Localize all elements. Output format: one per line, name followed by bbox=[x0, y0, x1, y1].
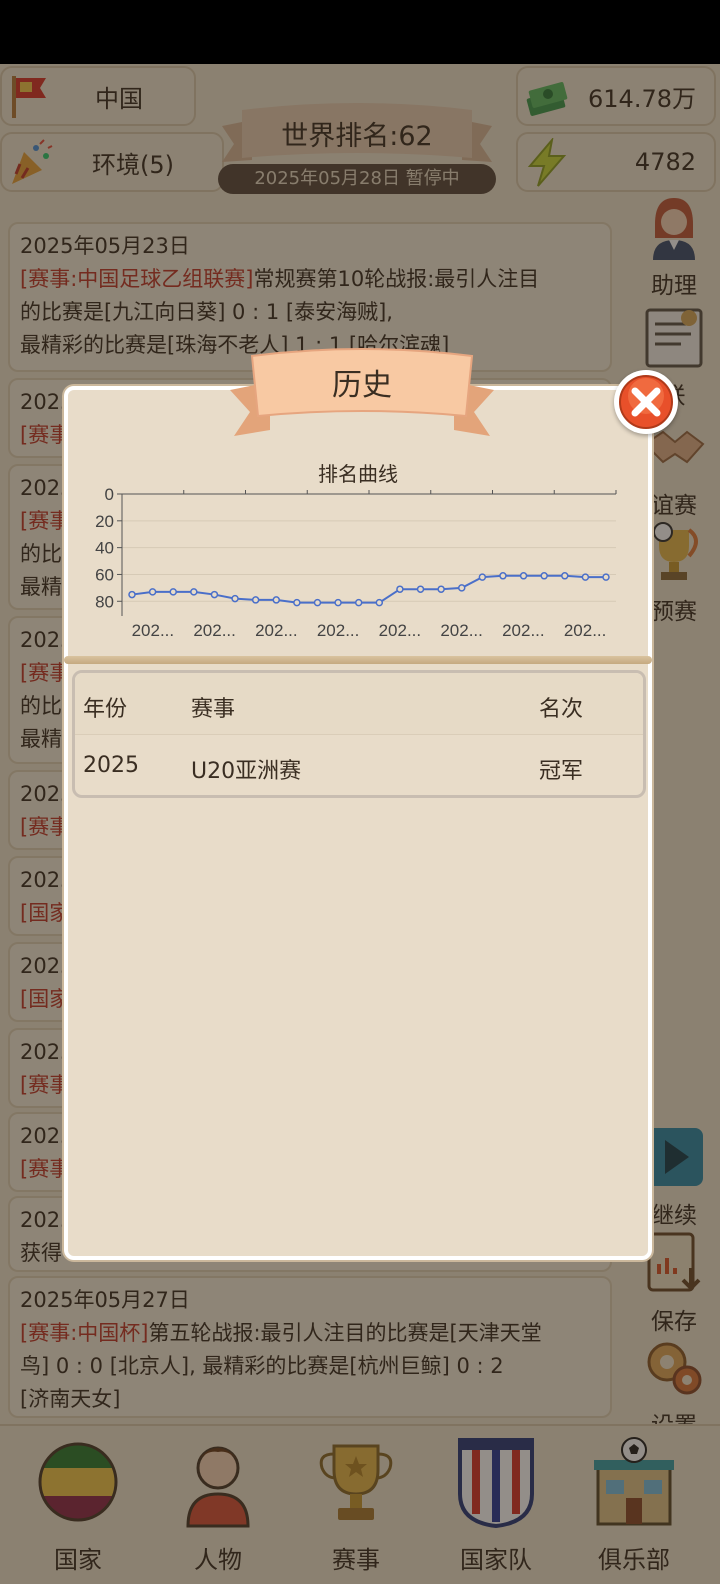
data-point bbox=[561, 572, 569, 580]
data-point bbox=[251, 596, 260, 604]
y-tick-label: 0 bbox=[105, 485, 114, 504]
data-point bbox=[457, 584, 466, 592]
cell-placement: 冠军 bbox=[539, 759, 584, 784]
x-tick-label: 202... bbox=[132, 621, 175, 640]
data-point bbox=[540, 572, 548, 580]
cell-year: 2025 bbox=[83, 753, 139, 778]
history-title-banner: 历史 bbox=[230, 346, 494, 446]
table-row[interactable]: 2025 U20亚洲赛 冠军 bbox=[75, 735, 643, 795]
x-tick-label: 202... bbox=[317, 621, 360, 640]
header-placement: 名次 bbox=[539, 697, 584, 722]
x-tick-label: 202... bbox=[193, 621, 236, 640]
header-year: 年份 bbox=[83, 697, 128, 722]
y-tick-label: 60 bbox=[95, 565, 114, 584]
x-tick-label: 202... bbox=[564, 621, 607, 640]
data-point bbox=[190, 588, 198, 596]
data-point bbox=[478, 573, 487, 581]
cell-competition: U20亚洲赛 bbox=[191, 759, 302, 784]
section-divider bbox=[64, 656, 652, 664]
data-point bbox=[231, 594, 239, 603]
y-tick-label: 20 bbox=[95, 512, 114, 531]
data-point bbox=[313, 598, 322, 607]
chart-title: 排名曲线 bbox=[318, 462, 398, 486]
data-point bbox=[272, 596, 281, 604]
close-button[interactable] bbox=[614, 370, 678, 434]
data-point bbox=[437, 585, 445, 593]
x-tick-label: 202... bbox=[440, 621, 483, 640]
data-point bbox=[169, 588, 177, 596]
x-tick-label: 202... bbox=[379, 621, 422, 640]
data-point bbox=[375, 598, 384, 607]
data-point bbox=[148, 588, 157, 596]
history-dialog: 历史 排名曲线 0 20 40 60 80 202... 202... 202... 202..… bbox=[64, 348, 678, 1260]
ranking-line-chart: 0 20 40 60 80 202... 202... 202... 202... 202... 2… bbox=[95, 485, 617, 640]
history-title: 历史 bbox=[332, 368, 392, 403]
data-point bbox=[334, 598, 342, 607]
data-point bbox=[293, 598, 301, 607]
header-competition: 赛事 bbox=[191, 697, 236, 722]
data-point bbox=[602, 573, 610, 581]
close-icon bbox=[619, 375, 673, 429]
table-header-row: 年份 赛事 名次 bbox=[75, 673, 643, 735]
x-tick-label: 202... bbox=[502, 621, 545, 640]
data-point bbox=[128, 590, 136, 599]
y-tick-label: 40 bbox=[95, 539, 114, 558]
x-tick-label: 202... bbox=[255, 621, 298, 640]
series-line bbox=[131, 574, 606, 604]
data-point bbox=[499, 572, 507, 580]
history-table: 年份 赛事 名次 2025 U20亚洲赛 冠军 bbox=[72, 670, 646, 798]
data-point bbox=[416, 585, 425, 593]
data-point bbox=[581, 573, 590, 581]
data-point bbox=[396, 585, 404, 593]
data-point bbox=[210, 590, 219, 599]
data-point bbox=[354, 598, 363, 607]
y-tick-label: 80 bbox=[95, 592, 114, 611]
data-point bbox=[519, 572, 528, 580]
